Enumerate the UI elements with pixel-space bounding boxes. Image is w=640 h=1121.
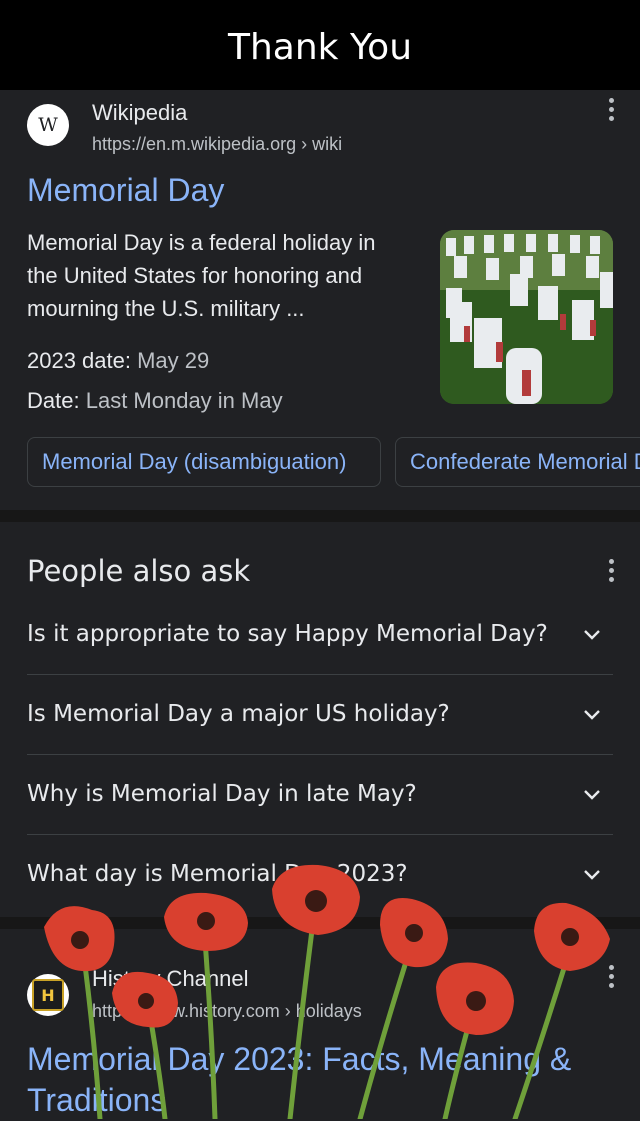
fact-label: 2023 date: xyxy=(27,348,131,373)
wikipedia-favicon: W xyxy=(27,104,69,146)
chevron-down-icon xyxy=(584,630,600,640)
fact-2023-date: 2023 date: May 29 xyxy=(27,348,209,374)
fact-value: Last Monday in May xyxy=(85,388,283,413)
fact-date: Date: Last Monday in May xyxy=(27,388,283,414)
chevron-down-icon xyxy=(584,790,600,800)
history-favicon: H xyxy=(27,974,69,1016)
overlay-header: Thank You xyxy=(0,0,640,90)
people-also-ask-section: People also ask Is it appropriate to say… xyxy=(0,522,640,920)
section-divider xyxy=(0,510,640,522)
fact-value[interactable]: May 29 xyxy=(137,348,209,373)
result-title[interactable]: Memorial Day xyxy=(27,172,224,209)
question-text: Is Memorial Day a major US holiday? xyxy=(27,701,450,727)
question-text: Why is Memorial Day in late May? xyxy=(27,781,417,807)
source-url[interactable]: https://www.history.com › holidays xyxy=(92,1001,362,1022)
chevron-down-icon xyxy=(584,870,600,880)
more-options-icon[interactable] xyxy=(608,965,614,988)
chevron-down-icon xyxy=(584,710,600,720)
question-row[interactable]: Is Memorial Day a major US holiday? xyxy=(27,674,613,754)
result-snippet: Memorial Day is a federal holiday in the… xyxy=(27,230,376,321)
source-name[interactable]: Wikipedia xyxy=(92,100,187,126)
question-text: What day is Memorial Day 2023? xyxy=(27,861,408,887)
people-also-ask-heading: People also ask xyxy=(27,554,251,588)
cemetery-thumbnail[interactable] xyxy=(440,230,613,404)
question-row[interactable]: What day is Memorial Day 2023? xyxy=(27,834,613,914)
history-logo-icon: H xyxy=(32,979,64,1011)
question-text: Is it appropriate to say Happy Memorial … xyxy=(27,621,548,647)
more-options-icon[interactable] xyxy=(608,559,614,582)
wikipedia-result-card: W Wikipedia https://en.m.wikipedia.org ›… xyxy=(0,90,640,510)
fact-label: Date: xyxy=(27,388,80,413)
wikipedia-favicon-letter: W xyxy=(38,114,58,136)
source-name[interactable]: History Channel xyxy=(92,966,249,992)
chip-confederate-memorial-day[interactable]: Confederate Memorial Day xyxy=(395,437,640,487)
question-row[interactable]: Why is Memorial Day in late May? xyxy=(27,754,613,834)
question-row[interactable]: Is it appropriate to say Happy Memorial … xyxy=(27,594,613,674)
history-result-card: H History Channel https://www.history.co… xyxy=(0,929,640,1119)
chip-memorial-day-disambiguation[interactable]: Memorial Day (disambiguation) xyxy=(27,437,381,487)
section-divider xyxy=(0,917,640,929)
result-title[interactable]: Memorial Day 2023: Facts, Meaning & Trad… xyxy=(27,1039,607,1121)
overlay-title: Thank You xyxy=(227,26,413,68)
source-url[interactable]: https://en.m.wikipedia.org › wiki xyxy=(92,134,342,155)
cemetery-flags-image xyxy=(440,230,613,404)
more-options-icon[interactable] xyxy=(608,98,614,121)
